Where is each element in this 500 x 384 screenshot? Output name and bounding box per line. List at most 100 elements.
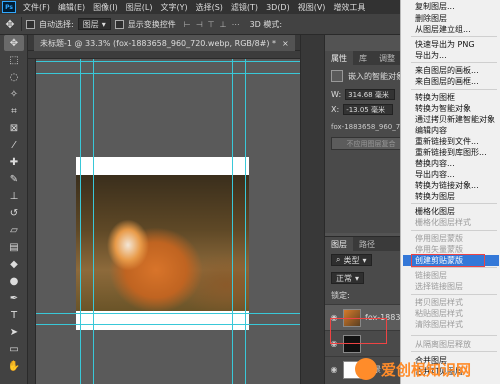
guide-vertical[interactable] xyxy=(245,59,246,384)
context-menu-item[interactable]: 复制图层... xyxy=(415,2,455,12)
auto-select-dropdown[interactable]: 图层 ▾ xyxy=(77,18,111,30)
history-brush-tool-icon[interactable]: ↺ xyxy=(4,205,24,221)
context-menu-item[interactable]: 重新链接到文件... xyxy=(415,137,479,147)
eyedropper-tool-icon[interactable]: ⁄ xyxy=(4,137,24,153)
brush-tool-icon[interactable]: ✎ xyxy=(4,171,24,187)
guide-horizontal[interactable] xyxy=(36,61,300,62)
align-top-icon[interactable]: ⊤ xyxy=(208,20,215,29)
fox-image[interactable] xyxy=(76,175,249,311)
crop-tool-icon[interactable]: ⌗ xyxy=(4,103,24,119)
shape-tool-icon[interactable]: ▭ xyxy=(4,341,24,357)
context-menu-item[interactable]: 重新链接到库图形... xyxy=(415,148,487,158)
context-menu-item[interactable]: 停用图层蒙版 xyxy=(415,234,463,244)
type-tool-icon[interactable]: T xyxy=(4,307,24,323)
menu-divider xyxy=(411,36,497,37)
context-menu-item[interactable]: 链接图层 xyxy=(415,271,447,281)
tab-paths[interactable]: 路径 xyxy=(353,237,381,251)
context-menu-item[interactable]: 导出为... xyxy=(415,51,447,61)
document-tab-bar: 未标题-1 @ 33.3% (fox-1883658_960_720.webp,… xyxy=(28,35,300,51)
context-menu-item[interactable]: 转换为图框 xyxy=(415,93,455,103)
context-menu-item[interactable]: 选择链接图层 xyxy=(415,282,463,292)
guide-vertical[interactable] xyxy=(80,59,81,384)
context-menu-item[interactable]: 转换为图层 xyxy=(415,192,455,202)
align-left-icon[interactable]: ⊢ xyxy=(184,20,191,29)
context-menu-item[interactable]: 删除图层 xyxy=(415,14,447,24)
eraser-tool-icon[interactable]: ▱ xyxy=(4,222,24,238)
menu-divider xyxy=(411,230,497,231)
menu-plugins[interactable]: 增效工具 xyxy=(329,2,369,13)
menu-3d[interactable]: 3D(D) xyxy=(262,3,294,12)
pen-tool-icon[interactable]: ✒ xyxy=(4,290,24,306)
tab-properties[interactable]: 属性 xyxy=(325,51,353,65)
dodge-tool-icon[interactable]: ● xyxy=(4,273,24,289)
menu-filter[interactable]: 滤镜(T) xyxy=(227,2,262,13)
stamp-tool-icon[interactable]: ⊥ xyxy=(4,188,24,204)
context-menu-item[interactable]: 来自图层的画框... xyxy=(415,77,479,87)
context-menu-item[interactable]: 导出内容... xyxy=(415,170,455,180)
blend-mode-dropdown[interactable]: 正常 ▾ xyxy=(331,272,365,284)
watermark: 爱创根知识网 xyxy=(355,356,498,382)
context-menu-item[interactable]: 编辑内容 xyxy=(415,126,447,136)
context-menu-item[interactable]: 清除图层样式 xyxy=(415,320,463,330)
hand-tool-icon[interactable]: ✋ xyxy=(4,358,24,374)
context-menu-item[interactable]: 栅格化图层 xyxy=(415,207,455,217)
document-tab[interactable]: 未标题-1 @ 33.3% (fox-1883658_960_720.webp,… xyxy=(34,35,295,51)
x-field[interactable]: -13.05 毫米 xyxy=(343,104,394,115)
context-menu-item[interactable]: 从隔离图层释放 xyxy=(415,340,471,350)
context-menu-item[interactable]: 从图层建立组... xyxy=(415,25,471,35)
menu-file[interactable]: 文件(F) xyxy=(19,2,54,13)
context-menu-item[interactable]: 替换内容... xyxy=(415,159,455,169)
move-tool-icon[interactable]: ✥ xyxy=(4,35,24,51)
width-field[interactable]: 314.68 毫米 xyxy=(345,89,396,100)
align-bottom-icon[interactable]: ⊥ xyxy=(220,20,227,29)
guide-vertical[interactable] xyxy=(232,59,233,384)
move-tool-icon[interactable]: ✥ xyxy=(3,17,17,31)
auto-select-checkbox[interactable] xyxy=(26,19,35,29)
canvas-area[interactable] xyxy=(28,51,300,384)
chevron-down-icon: ▾ xyxy=(355,273,360,283)
context-menu-item[interactable]: 转换为链接对象... xyxy=(415,181,479,191)
photoshop-logo-icon: Ps xyxy=(2,1,16,13)
magic-wand-tool-icon[interactable]: ✧ xyxy=(4,86,24,102)
guide-vertical[interactable] xyxy=(93,59,94,384)
guide-horizontal[interactable] xyxy=(36,313,300,314)
x-label: X: xyxy=(331,105,340,114)
blur-tool-icon[interactable]: ◆ xyxy=(4,256,24,272)
menu-select[interactable]: 选择(S) xyxy=(192,2,227,13)
context-menu-item[interactable]: 来自图层的画板... xyxy=(415,66,479,76)
menu-type[interactable]: 文字(Y) xyxy=(156,2,191,13)
context-menu-item[interactable]: 快速导出为 PNG xyxy=(415,40,475,50)
guide-horizontal[interactable] xyxy=(36,324,300,325)
show-transform-checkbox[interactable] xyxy=(114,19,124,29)
context-menu-item[interactable]: 转换为智能对象 xyxy=(415,104,471,114)
tab-layers[interactable]: 图层 xyxy=(325,237,353,251)
context-menu-item[interactable]: 拷贝图层样式 xyxy=(415,298,463,308)
visibility-eye-icon[interactable]: ◉ xyxy=(329,365,339,374)
menu-divider xyxy=(411,267,497,268)
tab-adjustments[interactable]: 调整 xyxy=(373,51,401,65)
context-menu-item[interactable]: 栅格化图层样式 xyxy=(415,218,471,228)
context-menu-item[interactable]: 通过拷贝新建智能对象 xyxy=(415,115,495,125)
document-title: 未标题-1 @ 33.3% (fox-1883658_960_720.webp,… xyxy=(40,38,277,48)
menu-layer[interactable]: 图层(L) xyxy=(122,2,157,13)
layer-filter-dropdown[interactable]: ⌕ 类型 ▾ xyxy=(331,254,372,266)
healing-brush-tool-icon[interactable]: ✚ xyxy=(4,154,24,170)
align-center-icon[interactable]: ⊣ xyxy=(196,20,203,29)
menu-image[interactable]: 图像(I) xyxy=(89,2,122,13)
lasso-tool-icon[interactable]: ◌ xyxy=(4,69,24,85)
context-menu-item[interactable]: 创建剪贴蒙版 xyxy=(415,256,463,266)
menu-view[interactable]: 视图(V) xyxy=(294,2,330,13)
more-icon[interactable]: ⋯ xyxy=(232,20,240,29)
marquee-tool-icon[interactable]: ⬚ xyxy=(4,52,24,68)
menu-edit[interactable]: 编辑(E) xyxy=(54,2,89,13)
frame-tool-icon[interactable]: ⊠ xyxy=(4,120,24,136)
menu-divider xyxy=(411,294,497,295)
gradient-tool-icon[interactable]: ▤ xyxy=(4,239,24,255)
tab-libraries[interactable]: 库 xyxy=(353,51,373,65)
context-menu-item[interactable]: 粘贴图层样式 xyxy=(415,309,463,319)
path-selection-tool-icon[interactable]: ➤ xyxy=(4,324,24,340)
no-layer-comp-button[interactable]: 不应用图层复合 xyxy=(331,137,411,150)
close-icon[interactable]: × xyxy=(282,39,289,48)
guide-horizontal[interactable] xyxy=(36,73,300,74)
blend-mode-value: 正常 xyxy=(336,273,352,283)
